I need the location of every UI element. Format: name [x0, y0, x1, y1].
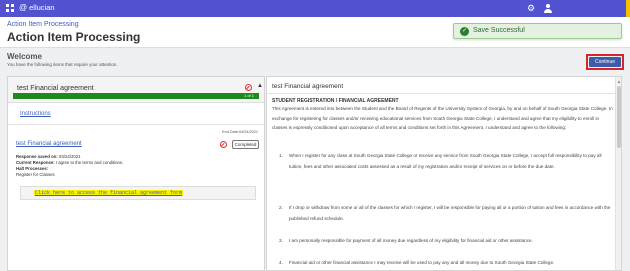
- welcome-subtitle: You have the following items that requir…: [7, 62, 118, 67]
- halt-processes-label: Halt Processes:: [16, 166, 49, 171]
- toast-message: Save Successful: [473, 27, 525, 34]
- clause-number: 1.: [279, 153, 283, 158]
- end-date: End Date:04/24/2021: [222, 130, 258, 134]
- action-item-name: test Financial agreement: [17, 85, 94, 92]
- progress-bar: 1 of 1: [13, 93, 259, 99]
- document-panel: test Financial agreement STUDENT REGISTR…: [266, 76, 622, 271]
- blocking-stop-icon: [220, 141, 227, 148]
- action-item-header[interactable]: test Financial agreement ▲ 1 of 1: [8, 77, 264, 103]
- divider: [8, 124, 264, 125]
- halt-processes-value: Register for Classes: [16, 172, 55, 177]
- top-navigation-bar: @ ellucian ⚙: [0, 0, 630, 17]
- response-saved: Response saved on: 03/24/2021: [16, 154, 81, 159]
- continue-button[interactable]: Continue: [589, 57, 621, 67]
- clause-number: 4.: [279, 260, 283, 265]
- brand-name: ellucian: [29, 3, 55, 12]
- task-name-link[interactable]: test Financial agreement: [16, 141, 82, 147]
- document-title: test Financial agreement: [272, 83, 344, 90]
- scrollbar-thumb[interactable]: [617, 86, 621, 148]
- success-check-icon: ✓: [460, 27, 469, 36]
- clause-number: 3.: [279, 238, 283, 243]
- ellucian-logo[interactable]: @ ellucian: [19, 3, 55, 12]
- financial-agreement-form-link[interactable]: Click here to access the financial agree…: [34, 190, 184, 196]
- welcome-heading: Welcome: [7, 52, 42, 61]
- divider: [267, 93, 615, 94]
- blocking-stop-icon: [245, 84, 252, 91]
- clause-text: If I drop or withdraw from some or all o…: [289, 205, 611, 221]
- agreement-intro: This Agreement is entered into between t…: [272, 106, 613, 130]
- user-profile-icon[interactable]: [543, 3, 553, 14]
- scroll-up-icon[interactable]: ▲: [617, 79, 621, 84]
- app-menu-grid-icon[interactable]: [6, 4, 14, 12]
- gear-icon[interactable]: ⚙: [527, 3, 535, 13]
- breadcrumb[interactable]: Action Item Processing: [7, 21, 79, 28]
- notification-edge[interactable]: [626, 0, 630, 17]
- form-link-box: Click here to access the financial agree…: [20, 186, 256, 200]
- clause-number: 2.: [279, 205, 283, 210]
- action-items-panel: test Financial agreement ▲ 1 of 1 Instru…: [7, 76, 265, 271]
- current-response: Current Response: I agree to the terms a…: [16, 160, 124, 165]
- clause-text: When I register for any class at South G…: [289, 153, 602, 169]
- save-success-toast: ✓ Save Successful: [453, 23, 622, 39]
- collapse-caret-icon[interactable]: ▲: [257, 83, 263, 89]
- progress-text: 1 of 1: [243, 93, 254, 98]
- page-title: Action Item Processing: [7, 30, 141, 44]
- clause-text: I am personally responsible for payment …: [289, 238, 533, 243]
- status-badge: Completed: [232, 140, 259, 149]
- instructions-link[interactable]: Instructions: [20, 111, 51, 117]
- clause-text: Financial aid or other financial assista…: [289, 260, 555, 265]
- document-scrollbar[interactable]: ▲: [615, 77, 621, 270]
